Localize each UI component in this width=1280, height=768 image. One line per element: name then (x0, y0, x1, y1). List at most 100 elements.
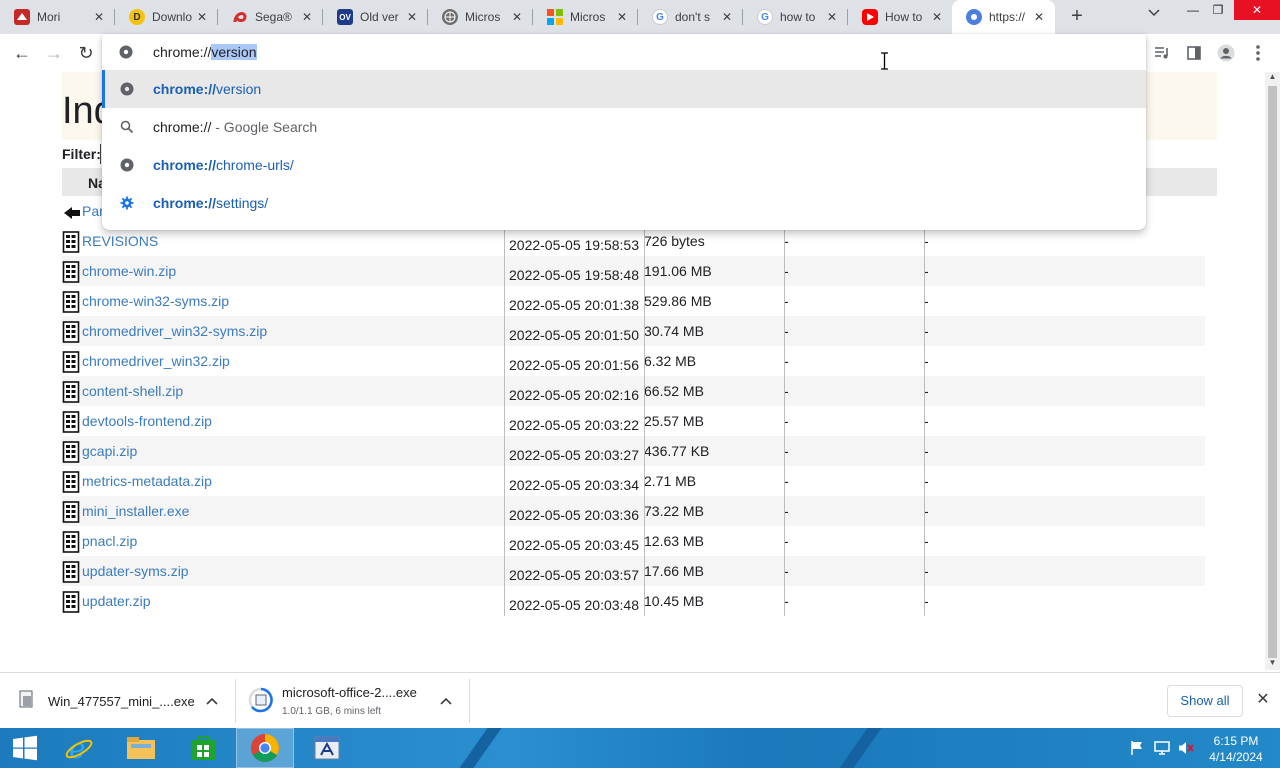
file-size: 10.45 MB (644, 593, 704, 609)
close-tab-icon[interactable]: ✕ (824, 9, 840, 25)
scrollbar-thumb[interactable] (1268, 86, 1277, 658)
page-scrollbar[interactable]: ▲ ▼ (1265, 72, 1280, 670)
file-link[interactable]: chromedriver_win32.zip (82, 353, 230, 369)
tab-title: Old ver (360, 10, 399, 24)
close-tab-icon[interactable]: ✕ (929, 9, 945, 25)
tab-title: Mori (37, 10, 61, 24)
table-row: chrome-win.zip 2022-05-05 19:58:48 191.06 … (62, 256, 1205, 286)
file-icon (62, 321, 80, 343)
action-center-flag-icon[interactable] (1129, 740, 1145, 756)
file-icon (62, 531, 80, 553)
file-size: 30.74 MB (644, 323, 704, 339)
file-size: 529.86 MB (644, 293, 712, 309)
file-link[interactable]: updater.zip (82, 593, 151, 609)
download-item[interactable]: microsoft-office-2....exe 1.0/1.1 GB, 6 … (236, 673, 470, 729)
suggestion-rest: chrome-urls/ (216, 157, 294, 173)
window-close-button[interactable]: ✕ (1234, 0, 1280, 20)
close-tab-icon[interactable]: ✕ (719, 9, 735, 25)
tab[interactable]: Mori ✕ (0, 0, 115, 34)
tab[interactable]: Sega® ✕ (218, 0, 323, 34)
download-filename: microsoft-office-2....exe (282, 685, 417, 700)
taskbar-chrome[interactable] (236, 728, 294, 768)
tab[interactable]: G how to ✕ (743, 0, 848, 34)
forward-button[interactable]: → (42, 41, 66, 65)
omnibox-dropdown: chrome://version chrome://version chrome… (102, 34, 1146, 230)
close-tab-icon[interactable]: ✕ (299, 9, 315, 25)
taskbar-file-explorer[interactable] (112, 728, 170, 768)
chrome-menu-icon[interactable] (1248, 43, 1268, 63)
show-all-downloads-button[interactable]: Show all (1167, 685, 1243, 717)
back-button[interactable]: ← (10, 41, 34, 65)
file-link[interactable]: REVISIONS (82, 233, 158, 249)
new-tab-button[interactable]: + (1066, 6, 1088, 28)
parent-directory-link[interactable]: Par (82, 203, 104, 219)
file-link[interactable]: chrome-win32-syms.zip (82, 293, 229, 309)
file-modified-date: 2022-05-05 20:03:45 (509, 537, 639, 553)
file-icon (62, 411, 80, 433)
tab[interactable]: Micros ✕ (533, 0, 638, 34)
suggestion-chrome-settings[interactable]: chrome://settings/ (102, 184, 1146, 222)
taskbar-wordpad[interactable] (298, 728, 356, 768)
suggestion-chrome-version[interactable]: chrome://version (102, 70, 1146, 108)
media-control-icon[interactable] (1152, 43, 1172, 63)
scroll-down-arrow-icon[interactable]: ▼ (1265, 658, 1280, 670)
file-link[interactable]: mini_installer.exe (82, 503, 189, 519)
file-link[interactable]: pnacl.zip (82, 533, 137, 549)
profile-avatar-icon[interactable] (1216, 43, 1236, 63)
tab-search-button[interactable] (1145, 8, 1163, 26)
maximize-button[interactable]: ❐ (1203, 0, 1233, 20)
file-link[interactable]: updater-syms.zip (82, 563, 189, 579)
side-panel-icon[interactable] (1184, 43, 1204, 63)
file-modified-date: 2022-05-05 19:58:48 (509, 267, 639, 283)
close-tab-icon[interactable]: ✕ (1031, 9, 1047, 25)
close-tab-icon[interactable]: ✕ (404, 9, 420, 25)
tab[interactable]: Micros ✕ (428, 0, 533, 34)
close-download-shelf-button[interactable]: ✕ (1254, 691, 1272, 709)
volume-muted-icon[interactable] (1178, 740, 1194, 756)
tab-title: how to (780, 10, 816, 24)
suggestion-google-search[interactable]: chrome:// - Google Search (102, 108, 1146, 146)
windows-logo-icon (13, 735, 37, 761)
address-bar[interactable]: chrome://version (102, 34, 1146, 70)
suggestion-match: chrome:// (153, 157, 217, 173)
file-link[interactable]: metrics-metadata.zip (82, 473, 212, 489)
taskbar-internet-explorer[interactable]: e (50, 728, 108, 768)
system-clock[interactable]: 6:15 PM 4/14/2024 (1206, 733, 1266, 765)
close-tab-icon[interactable]: ✕ (194, 9, 210, 25)
start-button[interactable] (0, 728, 50, 768)
file-icon (62, 291, 80, 313)
file-link[interactable]: content-shell.zip (82, 383, 183, 399)
search-icon (119, 119, 135, 135)
file-link[interactable]: devtools-frontend.zip (82, 413, 212, 429)
tab[interactable]: OV Old ver ✕ (323, 0, 428, 34)
scroll-up-arrow-icon[interactable]: ▲ (1265, 72, 1280, 84)
close-tab-icon[interactable]: ✕ (614, 9, 630, 25)
file-size: 12.63 MB (644, 533, 704, 549)
chevron-up-icon[interactable] (440, 693, 452, 708)
reload-button[interactable]: ↻ (74, 41, 98, 65)
tab[interactable]: How to ✕ (848, 0, 953, 34)
file-icon (62, 561, 80, 583)
internet-explorer-icon: e (65, 733, 93, 763)
tab[interactable]: G don't s ✕ (638, 0, 743, 34)
tab[interactable]: D Downlo ✕ (115, 0, 218, 34)
table-row: devtools-frontend.zip 2022-05-05 20:03:22… (62, 406, 1205, 436)
close-tab-icon[interactable]: ✕ (91, 9, 107, 25)
chevron-up-icon[interactable] (206, 693, 218, 708)
table-row: REVISIONS 2022-05-05 19:58:53 726 bytes - - (62, 226, 1205, 256)
microsoft-icon (547, 9, 563, 25)
download-item[interactable]: Win_477557_mini_....exe (0, 673, 236, 729)
network-icon[interactable] (1154, 740, 1170, 756)
file-link[interactable]: chromedriver_win32-syms.zip (82, 323, 267, 339)
suggestion-chrome-urls[interactable]: chrome://chrome-urls/ (102, 146, 1146, 184)
windows-taskbar: e 6:15 PM 4/14/2024 (0, 728, 1280, 768)
address-input[interactable]: chrome://version (153, 44, 257, 60)
taskbar-store[interactable] (174, 728, 232, 768)
close-tab-icon[interactable]: ✕ (509, 9, 525, 25)
autocomplete-selection: version (211, 44, 257, 60)
download-icon: D (129, 9, 145, 25)
file-link[interactable]: chrome-win.zip (82, 263, 176, 279)
file-modified-date: 2022-05-05 19:58:53 (509, 237, 639, 253)
tab-active[interactable]: https:// ✕ (952, 0, 1055, 34)
file-link[interactable]: gcapi.zip (82, 443, 137, 459)
